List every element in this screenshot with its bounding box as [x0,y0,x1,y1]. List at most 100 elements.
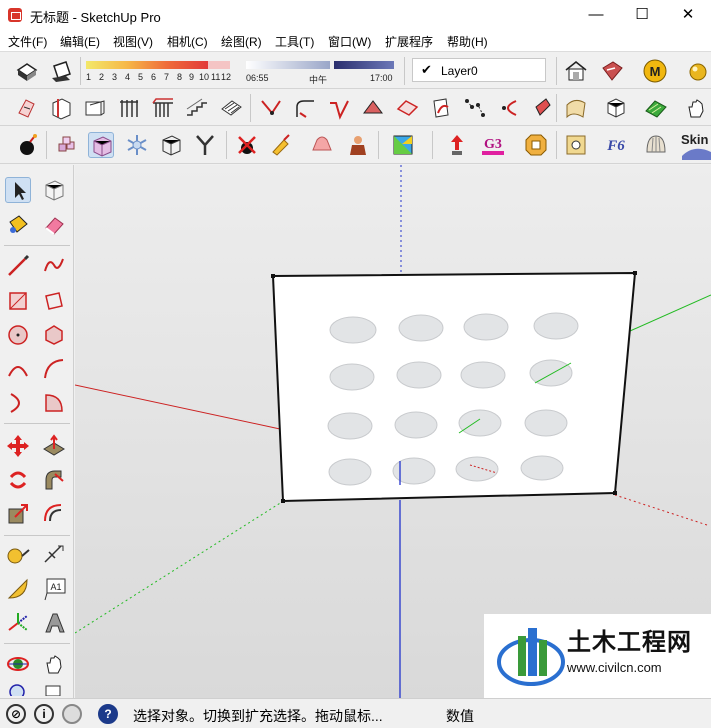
g3-icon[interactable]: G3 [480,132,506,158]
make-component-icon[interactable] [41,177,67,203]
dimension-tool-icon[interactable] [41,542,67,568]
surface-icon[interactable] [563,95,589,121]
shadow-toggle-icon[interactable] [48,58,74,84]
terrain-icon[interactable] [643,95,669,121]
circular-hole[interactable] [392,457,436,485]
y-split-icon[interactable] [192,132,218,158]
tape-measure-icon[interactable] [5,542,31,568]
circular-hole[interactable] [394,411,438,439]
curve-loft-icon[interactable] [360,95,386,121]
circular-hole[interactable] [458,409,502,437]
layer-selector[interactable]: ✔ Layer0 [412,58,546,82]
line-edit-icon[interactable] [258,95,284,121]
minimize-button[interactable]: — [573,0,619,30]
circular-hole[interactable] [329,316,377,344]
person-icon[interactable] [345,132,371,158]
geolocation-icon[interactable]: ⊘ [6,704,26,724]
circular-hole[interactable] [398,314,444,342]
close-button[interactable]: ✕ [665,0,711,30]
polygon-tool-icon[interactable] [41,322,67,348]
bezier-icon[interactable] [496,95,522,121]
extension-warehouse-icon[interactable] [599,58,625,84]
freehand-icon[interactable] [41,253,67,279]
maximize-button[interactable]: ☐ [619,0,665,30]
paint-brush-icon[interactable] [268,132,294,158]
two-point-arc-icon[interactable] [41,356,67,382]
push-pull-cut-icon[interactable] [14,95,40,121]
material-paint-icon[interactable] [390,132,416,158]
hand-pan-icon[interactable] [683,95,709,121]
octagon-icon[interactable] [523,132,549,158]
move-up-icon[interactable] [444,132,470,158]
stair-icon[interactable] [184,95,210,121]
credits-icon[interactable]: i [34,704,54,724]
wire-cube-icon[interactable] [158,132,184,158]
follow-me-icon[interactable] [41,467,67,493]
component-cubes-icon[interactable] [54,132,80,158]
3d-text-icon[interactable] [41,610,67,636]
text-tool-icon[interactable]: A1 [41,576,67,602]
circular-hole[interactable] [396,361,442,389]
shell-icon[interactable] [643,132,669,158]
pan-tool-icon[interactable] [41,651,67,677]
rectangle-tool-icon[interactable] [5,288,31,314]
circular-hole[interactable] [327,412,373,440]
eraser-icon[interactable] [41,212,67,238]
circular-hole[interactable] [463,313,509,341]
chamfer-icon[interactable] [326,95,352,121]
roof-icon[interactable] [218,95,244,121]
menu-draw[interactable]: 绘图(R) [221,33,262,50]
m-plugin-icon[interactable]: M [642,58,668,84]
menu-file[interactable]: 文件(F) [8,33,47,50]
zoom-tool-icon[interactable] [5,682,31,700]
orbit-tool-icon[interactable] [5,651,31,677]
pie-tool-icon[interactable] [41,390,67,416]
eraser-curve-icon[interactable] [528,95,554,121]
model-info-icon[interactable] [14,58,40,84]
menu-extensions[interactable]: 扩展程序 [385,33,433,50]
menu-help[interactable]: 帮助(H) [447,33,488,50]
circular-hole[interactable] [328,458,372,486]
three-point-arc-icon[interactable] [5,390,31,416]
menu-camera[interactable]: 相机(C) [167,33,208,50]
move-tool-icon[interactable] [5,433,31,459]
circle-tool-icon[interactable] [5,322,31,348]
sphere-icon[interactable] [686,58,711,84]
protractor-icon[interactable] [5,576,31,602]
circular-hole[interactable] [329,363,375,391]
snowflake-icon[interactable] [124,132,150,158]
shadow-time-slider[interactable]: 06:55 中午 17:00 [246,61,394,85]
rotate-face-icon[interactable] [428,95,454,121]
path-nodes-icon[interactable] [462,95,488,121]
line-tool-icon[interactable] [5,253,31,279]
menu-window[interactable]: 窗口(W) [328,33,371,50]
f6-icon[interactable]: F6 [603,132,629,158]
warehouse-icon[interactable] [563,58,589,84]
scale-tool-icon[interactable] [5,501,31,527]
menu-view[interactable]: 视图(V) [113,33,153,50]
axes-tool-icon[interactable] [5,610,31,636]
circular-hole[interactable] [520,455,564,481]
select-arrow-icon[interactable] [5,177,31,203]
offset-face-icon[interactable] [394,95,420,121]
face-tag-icon[interactable] [563,132,589,158]
rotate-tool-icon[interactable] [5,467,31,493]
fillet-icon[interactable] [292,95,318,121]
box-frame-icon[interactable] [603,95,629,121]
section-box-icon[interactable] [82,95,108,121]
user-icon[interactable] [62,704,82,724]
figure-pink-icon[interactable] [309,132,335,158]
delete-bomb-icon[interactable] [234,132,260,158]
menu-tools[interactable]: 工具(T) [275,33,314,50]
railing-icon[interactable] [150,95,176,121]
circular-hole[interactable] [533,312,579,340]
help-icon[interactable]: ? [98,704,118,724]
solid-cube-icon[interactable] [88,132,114,158]
arc-tool-icon[interactable] [5,356,31,382]
paint-bucket-icon[interactable] [5,212,31,238]
offset-tool-icon[interactable] [41,501,67,527]
menu-edit[interactable]: 编辑(E) [60,33,100,50]
solid-tools-icon[interactable] [48,95,74,121]
rotated-rectangle-icon[interactable] [41,288,67,314]
push-pull-icon[interactable] [41,433,67,459]
